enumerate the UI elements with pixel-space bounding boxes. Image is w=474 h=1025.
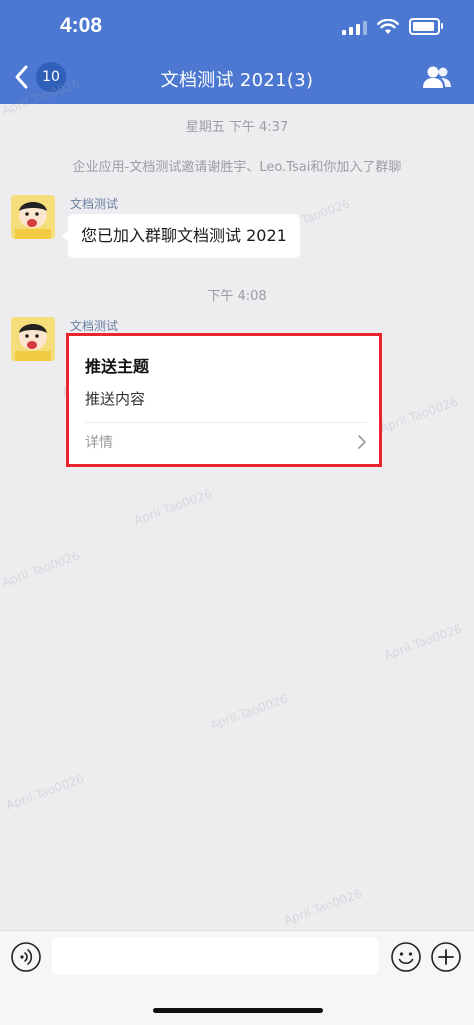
cartoon-avatar-icon (11, 195, 55, 239)
cartoon-avatar-icon (11, 317, 55, 361)
message-text: 您已加入群聊文档测试 2021 (81, 226, 287, 245)
cellular-signal-icon (342, 19, 367, 35)
system-message: 企业应用-文档测试邀请谢胜宇、Leo.Tsai和你加入了群聊 (72, 160, 402, 175)
sender-name: 文档测试 (70, 319, 119, 333)
watermark: April.Tao0026 (382, 621, 464, 663)
avatar[interactable] (11, 317, 55, 361)
group-members-icon[interactable] (422, 64, 452, 90)
avatar[interactable] (11, 195, 55, 239)
card-divider (85, 422, 367, 423)
voice-icon[interactable] (10, 941, 42, 973)
wifi-icon (377, 18, 399, 34)
watermark: April.Tao0026 (282, 886, 364, 928)
status-time: 4:08 (60, 14, 103, 37)
message-input[interactable] (52, 937, 378, 975)
card-title: 推送主题 (85, 357, 150, 376)
time-separator: 星期五 下午 4:37 (185, 120, 289, 135)
chevron-right-icon (358, 435, 366, 449)
battery-icon (409, 18, 443, 35)
watermark: April.Tao0026 (208, 691, 290, 733)
time-separator: 下午 4:08 (207, 289, 267, 304)
watermark: April.Tao0026 (4, 771, 86, 813)
watermark: April.Tao0026 (132, 486, 214, 528)
plus-icon[interactable] (430, 941, 462, 973)
sender-name: 文档测试 (70, 197, 119, 211)
card-body: 推送内容 (85, 390, 146, 408)
watermark: April.Tao0026 (378, 394, 460, 436)
home-indicator[interactable] (153, 1008, 323, 1013)
message-bubble[interactable]: 您已加入群聊文档测试 2021 (62, 214, 300, 258)
emoji-icon[interactable] (390, 941, 422, 973)
push-message-card[interactable]: 推送主题 推送内容 详情 (66, 333, 382, 467)
card-detail-link[interactable]: 详情 (85, 432, 113, 452)
status-icons (342, 18, 443, 35)
watermark: April.Tao0026 (0, 548, 82, 590)
